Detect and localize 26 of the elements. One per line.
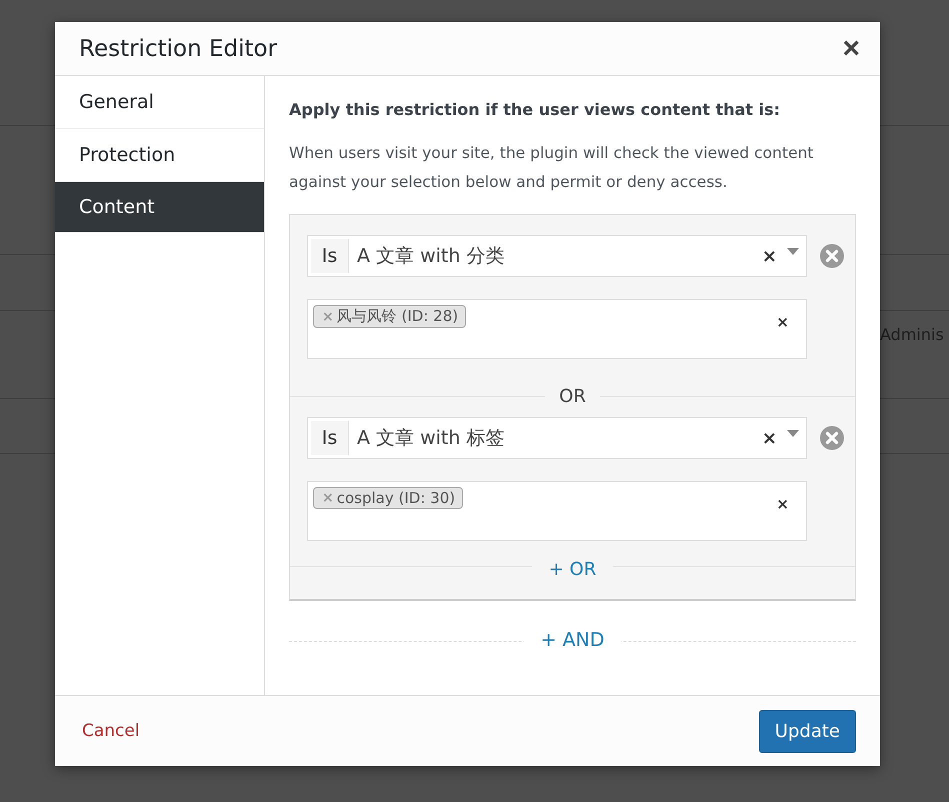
tag-input-field[interactable]: × 风与风铃 (ID: 28) ×: [307, 299, 807, 359]
update-button[interactable]: Update: [758, 710, 856, 752]
add-and-link[interactable]: + AND: [524, 629, 622, 649]
tag-label: 风与风铃 (ID: 28): [336, 307, 458, 326]
tag-label: cosplay (ID: 30): [336, 489, 456, 507]
select-value: A 文章 with 分类: [356, 244, 506, 269]
condition-select[interactable]: Is A 文章 with 分类 ×: [307, 235, 807, 277]
dropdown-arrow-icon[interactable]: [787, 248, 799, 254]
dropdown-arrow-icon[interactable]: [787, 430, 799, 436]
tag-input-field[interactable]: × cosplay (ID: 30) ×: [307, 481, 807, 541]
operator-label: Is: [311, 239, 349, 273]
remove-icon[interactable]: [819, 425, 845, 451]
section-heading: Apply this restriction if the user views content that is:: [289, 100, 782, 119]
clear-button[interactable]: ×: [762, 428, 777, 448]
cancel-link[interactable]: Cancel: [82, 721, 140, 741]
remove-icon[interactable]: [819, 243, 845, 269]
condition-select[interactable]: Is A 文章 with 标签 ×: [307, 417, 807, 459]
clear-button[interactable]: ×: [762, 246, 777, 266]
operator-label: Is: [311, 421, 349, 455]
select-value: A 文章 with 标签: [356, 426, 506, 451]
sidebar-tab[interactable]: Content: [55, 182, 264, 233]
description-text: When users visit your site, the plugin will check the viewed content against your selection below and permit or deny access.: [289, 143, 815, 193]
clear-button[interactable]: ×: [776, 313, 789, 331]
clear-button[interactable]: ×: [776, 495, 789, 513]
close-button[interactable]: ×: [838, 34, 864, 64]
dialog-title: Restriction Editor: [79, 36, 278, 62]
